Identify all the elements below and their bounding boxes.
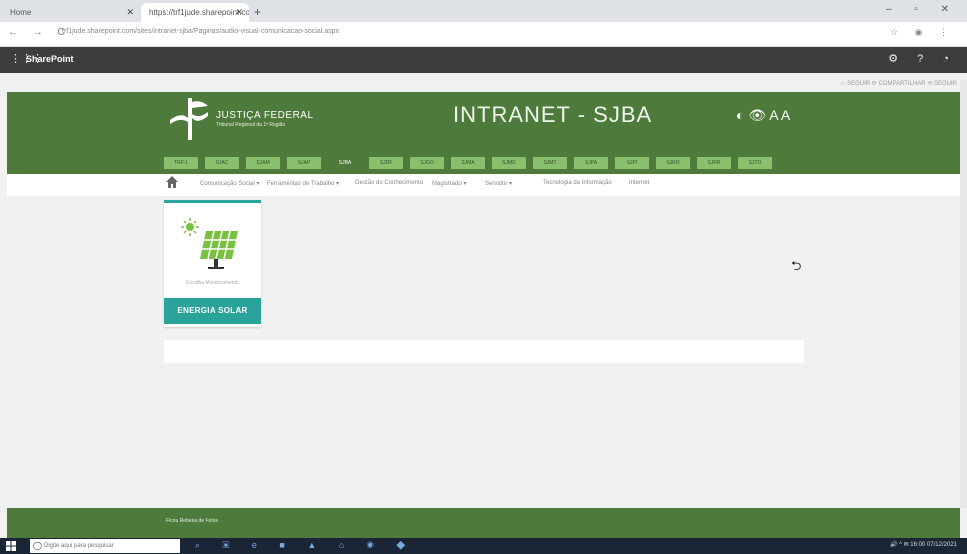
browser-tab-active[interactable]: https://trf1jude.sharepoint.com ✕: [141, 3, 249, 22]
search-icon: ◯: [33, 541, 42, 550]
card-subtitle: Escolha Monitoramento: [186, 280, 239, 286]
brand-subtitle: Tribunal Regional da 1ª Região: [216, 122, 286, 128]
suite-bar-icons[interactable]: ⚙ ? ◔: [888, 52, 957, 65]
browser-tab-home[interactable]: Home ✕: [2, 3, 140, 22]
intranet-title: INTRANET - SJBA: [453, 102, 653, 127]
menu-item[interactable]: Tecnologia da Informação: [543, 180, 612, 186]
section-tile[interactable]: SJRR: [697, 157, 731, 169]
footer-text: Ficou Rebeira de Fotos: [166, 518, 218, 524]
justica-federal-logo-icon[interactable]: [168, 96, 210, 142]
section-tile[interactable]: SJTO: [738, 157, 772, 169]
undo-icon[interactable]: ⮌: [791, 257, 801, 279]
energia-solar-button[interactable]: ENERGIA SOLAR: [164, 298, 261, 324]
window-controls[interactable]: – ▫ ✕: [886, 4, 959, 15]
sharepoint-suite-bar: [0, 47, 967, 73]
menu-item[interactable]: Ferramentas de Trabalho ▾: [267, 180, 339, 187]
section-tile[interactable]: SJMG: [492, 157, 526, 169]
section-tile[interactable]: SJPA: [574, 157, 608, 169]
taskbar-search-input[interactable]: Digite aqui para pesquisar: [30, 539, 180, 553]
main-menu-bar: [7, 174, 960, 196]
tab-title: https://trf1jude.sharepoint.com: [149, 8, 249, 17]
section-tile[interactable]: SJPI: [615, 157, 649, 169]
accessibility-controls[interactable]: ◐ 👁 A A: [736, 107, 790, 124]
menu-item[interactable]: Comunicação Social ▾: [200, 180, 259, 187]
menu-item[interactable]: Gestão do Conhecimento: [355, 180, 423, 186]
windows-start-icon[interactable]: [6, 541, 16, 551]
section-tile[interactable]: SJRO: [656, 157, 690, 169]
home-icon[interactable]: [165, 175, 179, 189]
section-tile[interactable]: SJAM: [246, 157, 280, 169]
page-actions[interactable]: ☆ SEGUIR ⟳ COMPARTILHAR ⟲ SEGUIR: [840, 80, 957, 87]
content-strip: [164, 340, 804, 363]
site-footer: [7, 508, 960, 538]
brand-name: JUSTIÇA FEDERAL: [216, 110, 314, 121]
close-icon[interactable]: ✕: [235, 3, 243, 22]
section-tile[interactable]: SJAC: [205, 157, 239, 169]
section-tile[interactable]: TRF-1: [164, 157, 198, 169]
browser-toolbar-icons[interactable]: ☆ ◉ ⋮: [890, 27, 955, 38]
solar-panel-icon: [181, 218, 238, 269]
menu-item[interactable]: Internet: [629, 180, 649, 186]
menu-item[interactable]: Servidor ▾: [485, 180, 512, 187]
url-field[interactable]: trf1jude.sharepoint.com/sites/intranet-s…: [62, 28, 339, 35]
section-tile[interactable]: SJMT: [533, 157, 567, 169]
scrollbar[interactable]: [960, 80, 967, 508]
sharepoint-title[interactable]: SharePoint: [26, 54, 74, 64]
section-tile[interactable]: SJMA: [451, 157, 485, 169]
section-tile[interactable]: SJBA: [328, 157, 362, 169]
new-tab-button[interactable]: +: [254, 5, 261, 19]
system-tray[interactable]: 🔊 ^ ✉ 16:00 07/12/2021: [890, 541, 957, 548]
section-tile[interactable]: SJDF: [369, 157, 403, 169]
tab-title: Home: [10, 8, 32, 17]
menu-item[interactable]: Magistrado ▾: [432, 180, 466, 187]
close-icon[interactable]: ✕: [126, 3, 134, 22]
section-tile[interactable]: SJGO: [410, 157, 444, 169]
section-tile[interactable]: SJAP: [287, 157, 321, 169]
taskbar-app-icons[interactable]: ⌕ ▣ e ■ ▲ ⌂ ◉ ◆: [195, 540, 415, 551]
